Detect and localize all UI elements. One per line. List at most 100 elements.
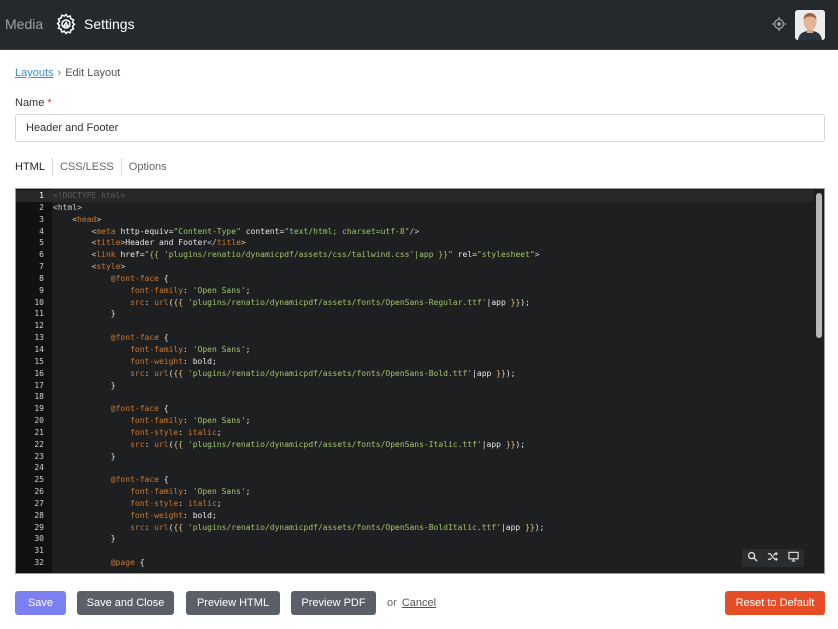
code-text[interactable]: <title>Header and Footer</title>: [53, 237, 246, 249]
shuffle-icon[interactable]: [767, 551, 779, 565]
line-number: 29: [34, 522, 44, 532]
code-line[interactable]: 12: [16, 320, 814, 332]
name-label: Name *: [15, 97, 52, 109]
tab-css-less[interactable]: CSS/LESS: [51, 158, 121, 176]
preview-html-button[interactable]: Preview HTML: [186, 591, 280, 615]
code-text[interactable]: font-style: italic;: [53, 498, 222, 510]
code-text[interactable]: font-weight: bold;: [53, 510, 217, 522]
code-line[interactable]: 24: [16, 462, 814, 474]
code-text[interactable]: src: url({{ 'plugins/renatio/dynamicpdf/…: [53, 522, 544, 534]
code-text[interactable]: src: url({{ 'plugins/renatio/dynamicpdf/…: [53, 439, 525, 451]
code-line[interactable]: 21 font-style: italic;: [16, 427, 814, 439]
save-button[interactable]: Save: [15, 591, 66, 615]
code-text[interactable]: <head>: [53, 214, 101, 226]
code-text[interactable]: @font-face {: [53, 332, 169, 344]
line-number: 12: [34, 321, 44, 331]
code-text[interactable]: font-style: italic;: [53, 427, 222, 439]
code-line[interactable]: 29 src: url({{ 'plugins/renatio/dynamicp…: [16, 522, 814, 534]
line-number: 14: [34, 344, 44, 354]
code-text[interactable]: <style>: [53, 261, 126, 273]
line-number: 31: [34, 546, 44, 556]
nav-settings[interactable]: Settings: [84, 16, 135, 32]
breadcrumb: Layouts › Edit Layout: [15, 67, 120, 79]
editor-scrollbar[interactable]: [816, 193, 822, 338]
reset-to-default-button[interactable]: Reset to Default: [725, 591, 825, 615]
or-cancel: or Cancel: [387, 597, 436, 609]
code-line[interactable]: 4 <meta http-equiv="Content-Type" conten…: [16, 226, 814, 238]
code-text[interactable]: @font-face {: [53, 474, 169, 486]
code-line[interactable]: 32 @page {: [16, 557, 814, 569]
code-line[interactable]: 23 }: [16, 451, 814, 463]
tab-options[interactable]: Options: [120, 158, 174, 176]
line-number: 25: [34, 475, 44, 485]
code-line[interactable]: 2 <html>: [16, 202, 814, 214]
code-line[interactable]: 7 <style>: [16, 261, 814, 273]
tab-html[interactable]: HTML: [15, 158, 52, 176]
code-line[interactable]: 30 }: [16, 533, 814, 545]
code-text[interactable]: <meta http-equiv="Content-Type" content=…: [53, 226, 420, 238]
code-line[interactable]: 9 font-family: 'Open Sans';: [16, 285, 814, 297]
code-line[interactable]: 5 <title>Header and Footer</title>: [16, 237, 814, 249]
code-text[interactable]: font-family: 'Open Sans';: [53, 344, 250, 356]
top-navbar: Media Settings: [0, 0, 838, 50]
code-text[interactable]: src: url({{ 'plugins/renatio/dynamicpdf/…: [53, 368, 515, 380]
code-line[interactable]: 10 src: url({{ 'plugins/renatio/dynamicp…: [16, 297, 814, 309]
code-text[interactable]: font-family: 'Open Sans';: [53, 486, 250, 498]
line-number: 1: [39, 191, 44, 200]
gear-icon[interactable]: [54, 12, 78, 36]
code-line[interactable]: 20 font-family: 'Open Sans';: [16, 415, 814, 427]
code-line[interactable]: 19 @font-face {: [16, 403, 814, 415]
code-line[interactable]: 17 }: [16, 380, 814, 392]
cancel-link[interactable]: Cancel: [402, 597, 436, 609]
code-text[interactable]: }: [53, 533, 116, 545]
code-line[interactable]: 3 <head>: [16, 214, 814, 226]
line-number: 24: [34, 463, 44, 473]
code-text[interactable]: <!DOCTYPE html>: [53, 190, 125, 202]
code-area[interactable]: 1 <!DOCTYPE html> 2 <html> 3 <head> 4 <meta h…: [16, 190, 814, 569]
code-line[interactable]: 14 font-family: 'Open Sans';: [16, 344, 814, 356]
code-line[interactable]: 25 @font-face {: [16, 474, 814, 486]
or-text: or: [387, 597, 397, 609]
line-number: 9: [39, 285, 44, 295]
code-line[interactable]: 16 src: url({{ 'plugins/renatio/dynamicp…: [16, 368, 814, 380]
code-text[interactable]: }: [53, 451, 116, 463]
monitor-icon[interactable]: [788, 551, 799, 565]
line-number: 23: [34, 451, 44, 461]
breadcrumb-layouts-link[interactable]: Layouts: [15, 67, 54, 79]
code-line[interactable]: 31: [16, 545, 814, 557]
nav-media[interactable]: Media: [5, 16, 43, 32]
code-line[interactable]: 13 @font-face {: [16, 332, 814, 344]
code-editor[interactable]: 1 <!DOCTYPE html> 2 <html> 3 <head> 4 <meta h…: [15, 188, 825, 574]
preview-pdf-button[interactable]: Preview PDF: [291, 591, 376, 615]
line-number: 19: [34, 404, 44, 414]
line-number: 2: [39, 202, 44, 212]
code-text[interactable]: font-family: 'Open Sans';: [53, 285, 250, 297]
code-line[interactable]: 1 <!DOCTYPE html>: [16, 190, 814, 202]
avatar[interactable]: [795, 10, 825, 40]
code-line[interactable]: 28 font-weight: bold;: [16, 510, 814, 522]
code-line[interactable]: 8 @font-face {: [16, 273, 814, 285]
save-and-close-button[interactable]: Save and Close: [77, 591, 174, 615]
line-number: 11: [34, 309, 44, 319]
code-text[interactable]: }: [53, 308, 116, 320]
code-text[interactable]: font-family: 'Open Sans';: [53, 415, 250, 427]
code-line[interactable]: 15 font-weight: bold;: [16, 356, 814, 368]
code-line[interactable]: 18: [16, 391, 814, 403]
code-text[interactable]: src: url({{ 'plugins/renatio/dynamicpdf/…: [53, 297, 530, 309]
code-line[interactable]: 27 font-style: italic;: [16, 498, 814, 510]
line-number: 18: [34, 392, 44, 402]
code-line[interactable]: 6 <link href="{{ 'plugins/renatio/dynami…: [16, 249, 814, 261]
code-text[interactable]: font-weight: bold;: [53, 356, 217, 368]
crosshair-icon[interactable]: [771, 16, 787, 32]
code-text[interactable]: @font-face {: [53, 403, 169, 415]
code-text[interactable]: <html>: [53, 202, 82, 214]
code-text[interactable]: @page {: [53, 557, 145, 569]
code-line[interactable]: 22 src: url({{ 'plugins/renatio/dynamicp…: [16, 439, 814, 451]
code-text[interactable]: }: [53, 380, 116, 392]
code-line[interactable]: 11 }: [16, 308, 814, 320]
code-text[interactable]: @font-face {: [53, 273, 169, 285]
search-icon[interactable]: [747, 551, 758, 565]
code-text[interactable]: <link href="{{ 'plugins/renatio/dynamicp…: [53, 249, 540, 261]
code-line[interactable]: 26 font-family: 'Open Sans';: [16, 486, 814, 498]
name-input[interactable]: [15, 114, 825, 142]
